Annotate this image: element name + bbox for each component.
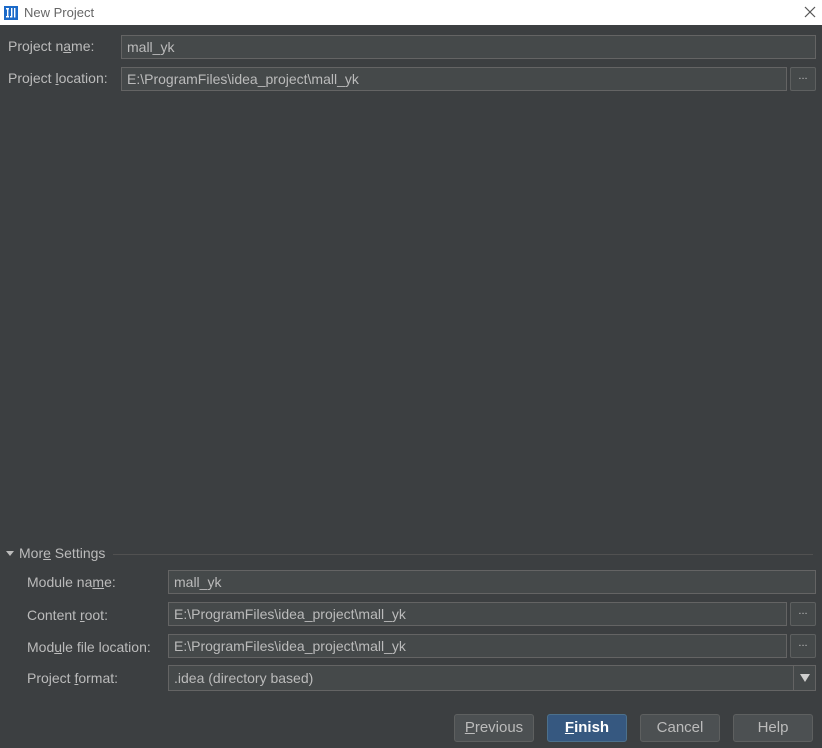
project-format-label: Project format: [27, 670, 119, 686]
project-location-browse-button[interactable]: ... [790, 67, 816, 91]
project-name-input[interactable] [121, 35, 816, 59]
project-location-input[interactable] [121, 67, 787, 91]
finish-button[interactable]: Finish [547, 714, 627, 742]
module-name-label: Module name: [27, 574, 116, 590]
chevron-down-icon [6, 551, 14, 556]
help-button[interactable]: Help [733, 714, 813, 742]
more-settings-toggle[interactable]: More Settings [6, 545, 105, 561]
content-root-label: Content root: [27, 607, 108, 623]
section-divider [113, 554, 813, 555]
project-name-label: Project name: [8, 38, 95, 54]
title-bar: New Project [0, 0, 822, 25]
window-title: New Project [24, 5, 95, 20]
module-file-location-browse-button[interactable]: ... [790, 634, 816, 658]
content-root-browse-button[interactable]: ... [790, 602, 816, 626]
content-root-input[interactable] [168, 602, 787, 626]
project-format-select[interactable]: .idea (directory based) [168, 665, 816, 691]
project-location-label: Project location: [8, 70, 108, 86]
dropdown-arrow-icon[interactable] [793, 666, 815, 690]
cancel-button[interactable]: Cancel [640, 714, 720, 742]
close-icon[interactable] [801, 3, 819, 21]
more-settings-label: More Settings [19, 545, 106, 561]
project-format-value: .idea (directory based) [174, 670, 314, 686]
previous-button[interactable]: Previous [454, 714, 534, 742]
module-file-location-input[interactable] [168, 634, 787, 658]
intellij-logo-icon [3, 5, 19, 21]
module-file-location-label: Module file location: [27, 639, 151, 655]
module-name-input[interactable] [168, 570, 816, 594]
